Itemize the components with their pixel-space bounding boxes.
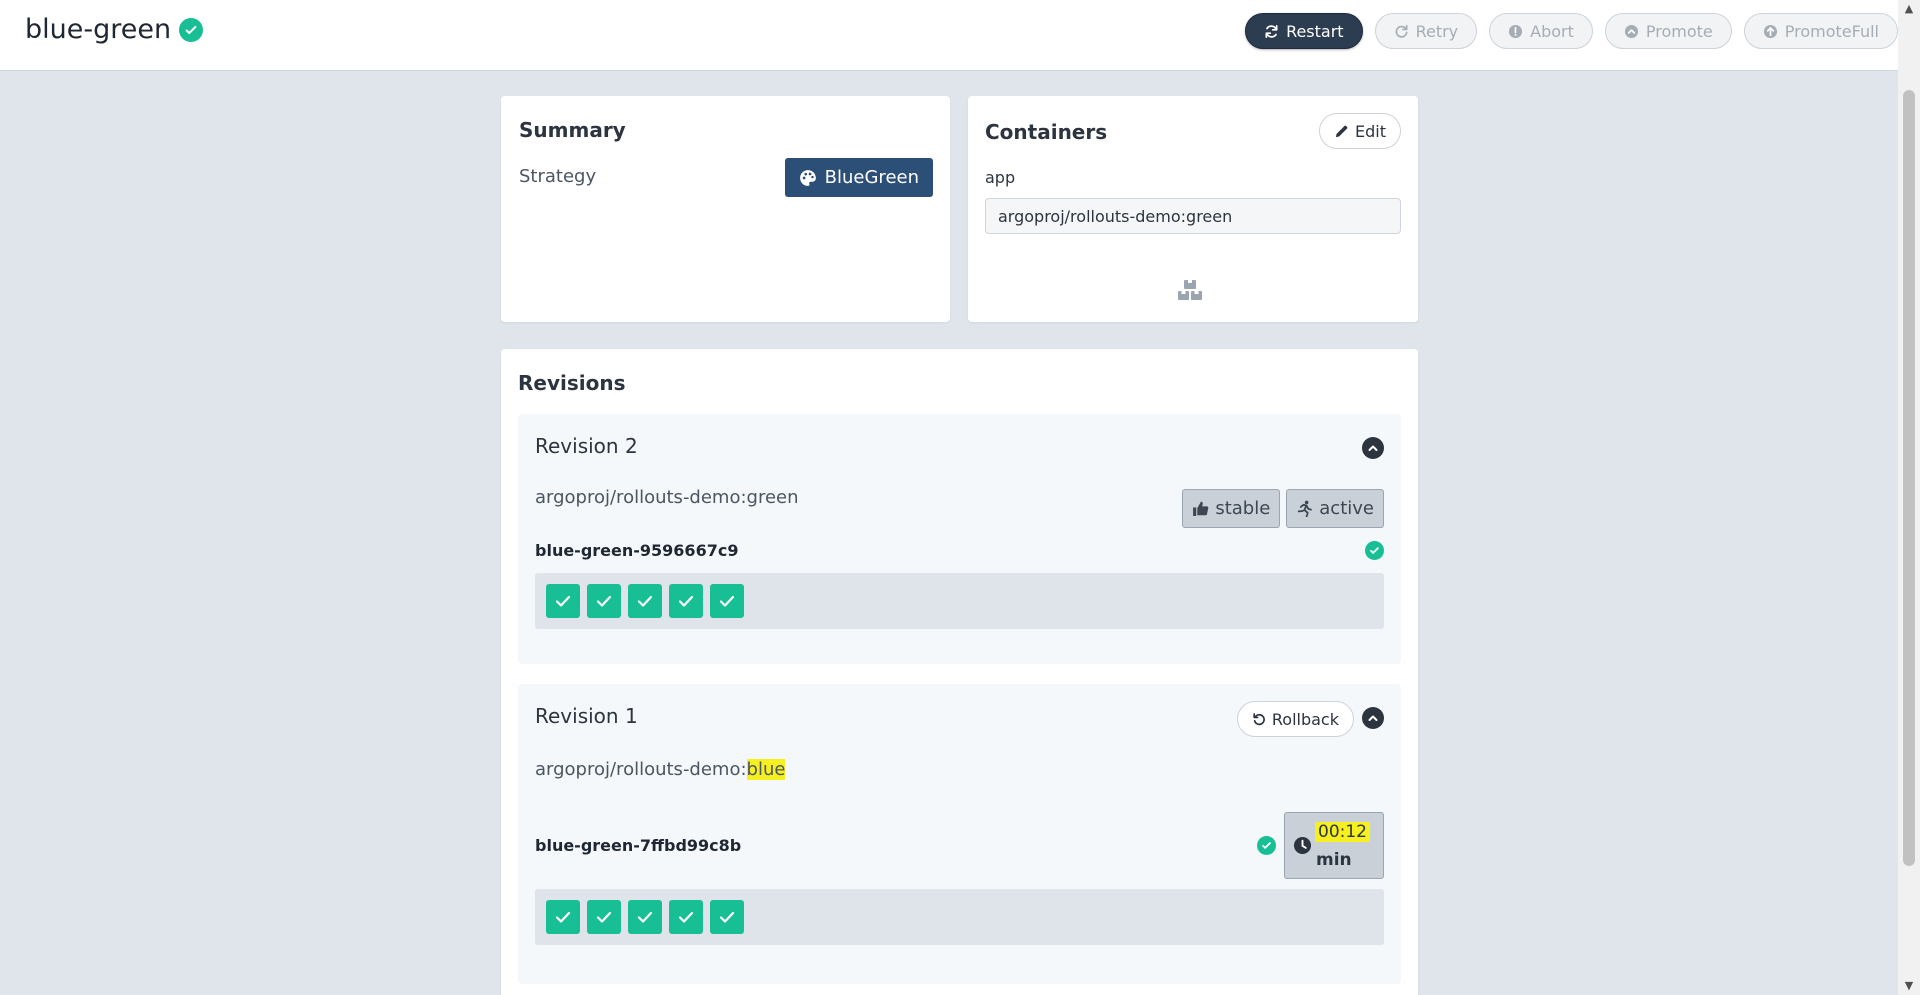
revision-title: Revision 2	[535, 434, 638, 458]
strategy-label: Strategy	[519, 166, 597, 187]
chevron-up-icon	[1368, 715, 1378, 721]
promote-full-button[interactable]: PromoteFull	[1743, 13, 1898, 49]
revision-card: Revision 2 argoproj/rollouts-demo:green …	[518, 414, 1401, 664]
collapse-revision-button[interactable]	[1362, 437, 1384, 459]
scroll-thumb[interactable]	[1903, 90, 1915, 866]
check-icon	[637, 595, 653, 607]
edit-containers-button[interactable]: Edit	[1319, 113, 1401, 149]
collapse-revision-button[interactable]	[1362, 707, 1384, 729]
chevron-up-circle-icon	[1624, 24, 1638, 38]
revision-image: argoproj/rollouts-demo:green	[535, 487, 799, 508]
pod-healthy[interactable]	[546, 900, 580, 934]
container-image-input[interactable]	[985, 198, 1401, 234]
summary-panel: Summary Strategy BlueGreen	[501, 96, 950, 322]
abort-button[interactable]: Abort	[1489, 13, 1593, 49]
replicaset-healthy-icon	[1365, 541, 1384, 560]
containers-title: Containers	[985, 120, 1108, 144]
active-tag: active	[1286, 489, 1384, 528]
exclamation-circle-icon	[1509, 24, 1523, 38]
rollout-name: blue-green	[25, 14, 172, 45]
check-icon	[678, 911, 694, 923]
rollback-button[interactable]: Rollback	[1236, 701, 1354, 737]
undo-icon	[1253, 713, 1265, 726]
chevron-up-icon	[1368, 445, 1378, 451]
container-name: app	[985, 168, 1016, 187]
pod-healthy[interactable]	[710, 900, 744, 934]
redo-icon	[1395, 24, 1408, 38]
strategy-badge: BlueGreen	[784, 158, 933, 197]
pod-healthy[interactable]	[587, 900, 621, 934]
restart-button[interactable]: Restart	[1245, 13, 1363, 49]
rollout-title: blue-green	[25, 14, 204, 45]
pod-healthy[interactable]	[628, 900, 662, 934]
containers-panel: Containers Edit app	[968, 96, 1418, 322]
timer-value: 00:12	[1315, 822, 1370, 842]
clock-icon	[1293, 836, 1312, 855]
replicaset-name: blue-green-9596667c9	[535, 541, 739, 560]
timer-unit: min	[1316, 850, 1352, 870]
revisions-panel: Revisions Revision 2 argoproj/rollouts-d…	[501, 349, 1418, 995]
revision-tags: stable active	[1182, 489, 1384, 528]
scale-down-timer: 00:12 min	[1284, 812, 1384, 879]
pod-healthy[interactable]	[669, 900, 703, 934]
check-icon	[555, 595, 571, 607]
check-icon	[596, 595, 612, 607]
check-icon	[719, 595, 735, 607]
retry-button[interactable]: Retry	[1374, 13, 1478, 49]
summary-title: Summary	[519, 118, 626, 142]
stable-tag: stable	[1182, 489, 1281, 528]
check-icon	[637, 911, 653, 923]
palette-icon	[799, 169, 816, 186]
scroll-down-arrow-icon[interactable]: ▼	[1903, 980, 1915, 992]
pod-list	[535, 573, 1384, 629]
arrow-up-circle-icon	[1763, 24, 1777, 38]
revisions-title: Revisions	[518, 371, 626, 395]
pod-healthy[interactable]	[710, 584, 744, 618]
sync-icon	[1265, 24, 1278, 38]
replicaset-healthy-icon	[1257, 836, 1276, 855]
revision-title: Revision 1	[535, 704, 638, 728]
thumbs-up-icon	[1193, 501, 1209, 516]
check-icon	[678, 595, 694, 607]
healthy-check-icon	[179, 17, 204, 42]
pod-healthy[interactable]	[669, 584, 703, 618]
top-bar: blue-green Restart Retry Abort Promote P…	[0, 0, 1898, 71]
pod-healthy[interactable]	[546, 584, 580, 618]
replicaset-name: blue-green-7ffbd99c8b	[535, 836, 742, 855]
check-icon	[555, 911, 571, 923]
scroll-up-arrow-icon[interactable]: ▲	[1903, 3, 1915, 15]
pod-healthy[interactable]	[628, 584, 662, 618]
pod-healthy[interactable]	[587, 584, 621, 618]
boxes-icon	[1178, 280, 1202, 300]
pod-list	[535, 889, 1384, 945]
running-icon	[1298, 500, 1313, 517]
pencil-icon	[1335, 125, 1348, 137]
revision-image: argoproj/rollouts-demo:blue	[535, 759, 786, 780]
page-scrollbar[interactable]: ▲ ▼	[1898, 0, 1920, 995]
revision-card: Revision 1 Rollback argoproj/rollouts-de…	[518, 684, 1401, 984]
check-icon	[596, 911, 612, 923]
rollout-actions: Restart Retry Abort Promote PromoteFull	[1245, 13, 1898, 49]
promote-button[interactable]: Promote	[1604, 13, 1732, 49]
check-icon	[719, 911, 735, 923]
